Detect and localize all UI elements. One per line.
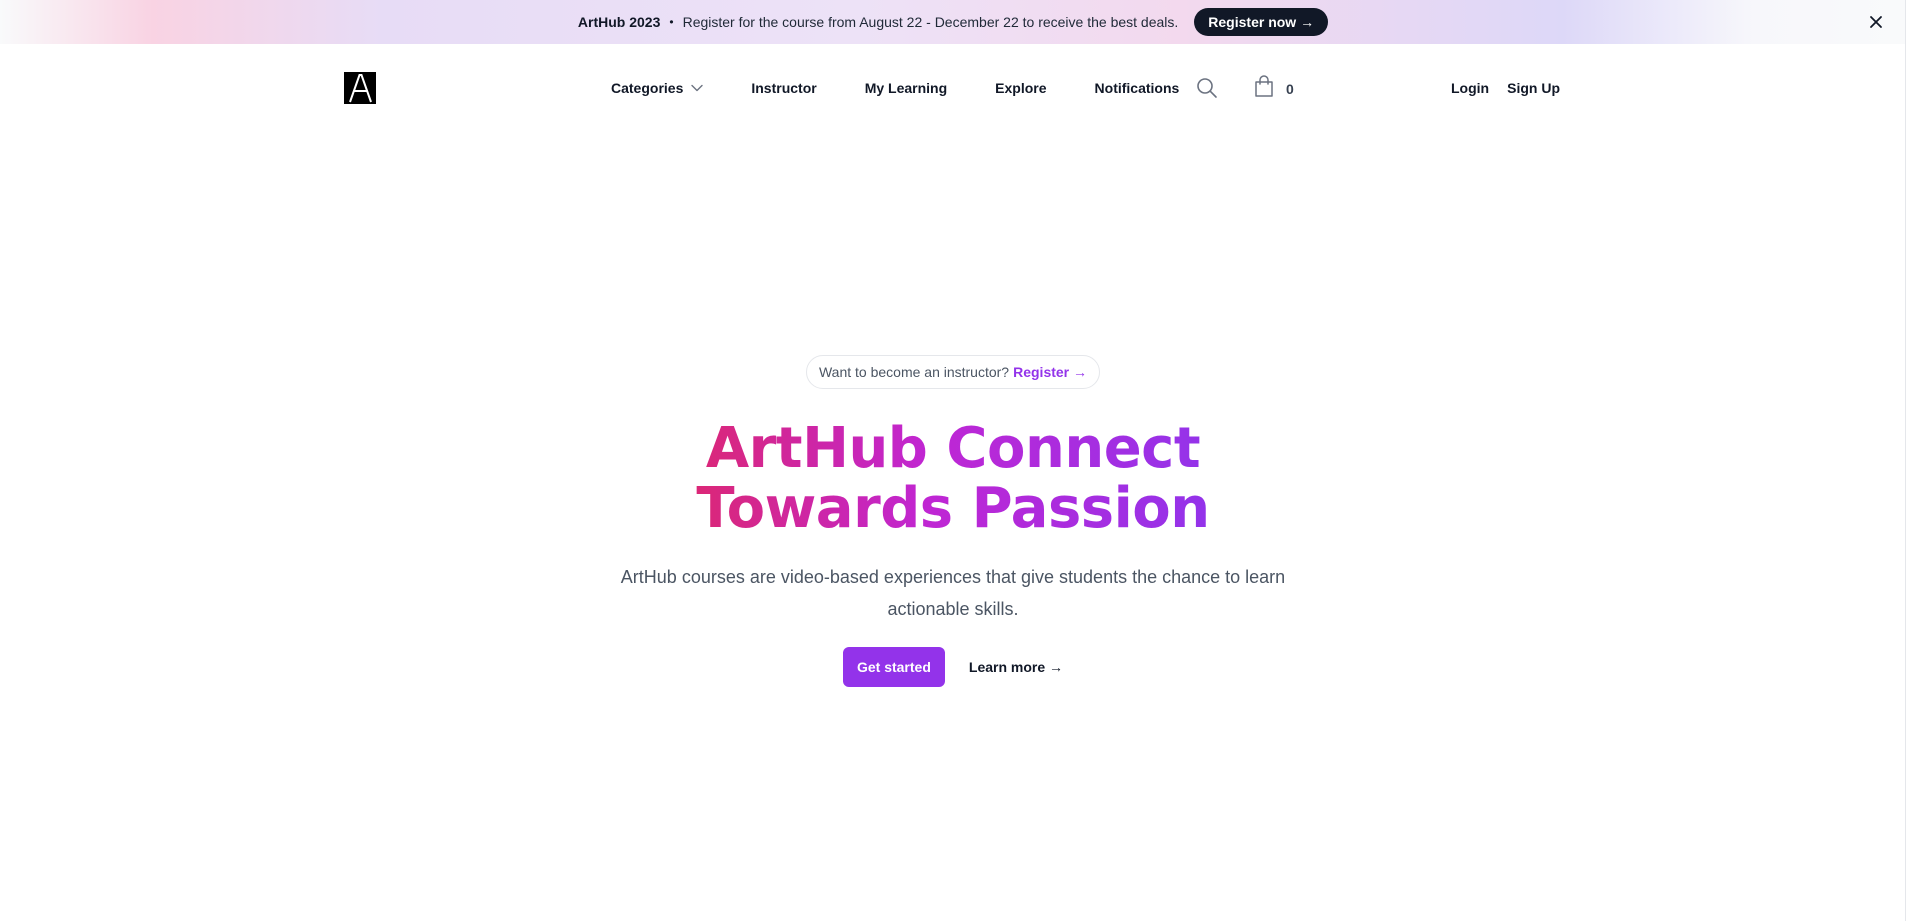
- banner-message: Register for the course from August 22 -…: [682, 14, 1179, 30]
- banner-separator: •: [669, 15, 674, 29]
- page: ArtHub 2023 • Register for the course fr…: [0, 0, 1906, 921]
- cart-button[interactable]: 0: [1254, 75, 1294, 102]
- learn-more-link[interactable]: Learn more →: [969, 659, 1063, 675]
- announcement-banner: ArtHub 2023 • Register for the course fr…: [0, 0, 1906, 44]
- hero-subtext: ArtHub courses are video-based experienc…: [620, 567, 1286, 619]
- hero-headline: ArtHub Connect Towards Passion: [696, 419, 1209, 539]
- banner-title: ArtHub 2023: [577, 14, 661, 30]
- get-started-button[interactable]: Get started: [842, 647, 945, 687]
- signup-link[interactable]: Sign Up: [1507, 80, 1560, 96]
- nav-my-learning[interactable]: My Learning: [865, 80, 947, 96]
- nav-explore[interactable]: Explore: [995, 80, 1046, 96]
- nav-categories[interactable]: Categories: [611, 80, 704, 96]
- top-navbar: Categories Instructor My Learning Explor…: [0, 44, 1906, 132]
- login-link[interactable]: Login: [1451, 80, 1489, 96]
- nav-notifications[interactable]: Notifications: [1095, 80, 1180, 96]
- instructor-pill: Want to become an instructor? Register →: [805, 355, 1101, 389]
- logo-mark: [349, 74, 372, 103]
- shopping-bag-icon: [1254, 75, 1274, 102]
- instructor-pill-text: Want to become an instructor?: [818, 364, 1010, 380]
- banner-content: ArtHub 2023 • Register for the course fr…: [577, 8, 1329, 36]
- register-link[interactable]: Register →: [1013, 364, 1087, 380]
- nav-instructor[interactable]: Instructor: [751, 80, 816, 96]
- hero-section: Want to become an instructor? Register →…: [0, 355, 1906, 687]
- chevron-down-icon: [691, 84, 704, 92]
- auth-links: Login Sign Up: [1451, 44, 1560, 132]
- close-icon[interactable]: [1866, 12, 1886, 32]
- cart-count: 0: [1286, 80, 1294, 97]
- nav-categories-label: Categories: [611, 80, 684, 96]
- hero-headline-line-1: ArtHub Connect: [705, 416, 1201, 481]
- arthub-logo[interactable]: [344, 72, 376, 104]
- register-now-button[interactable]: Register now →: [1194, 8, 1329, 36]
- hero-headline-line-2: Towards Passion: [696, 476, 1210, 541]
- search-icon[interactable]: [1196, 77, 1218, 99]
- hero-cta-row: Get started Learn more →: [842, 647, 1063, 687]
- main-nav: Categories Instructor My Learning Explor…: [611, 44, 1179, 132]
